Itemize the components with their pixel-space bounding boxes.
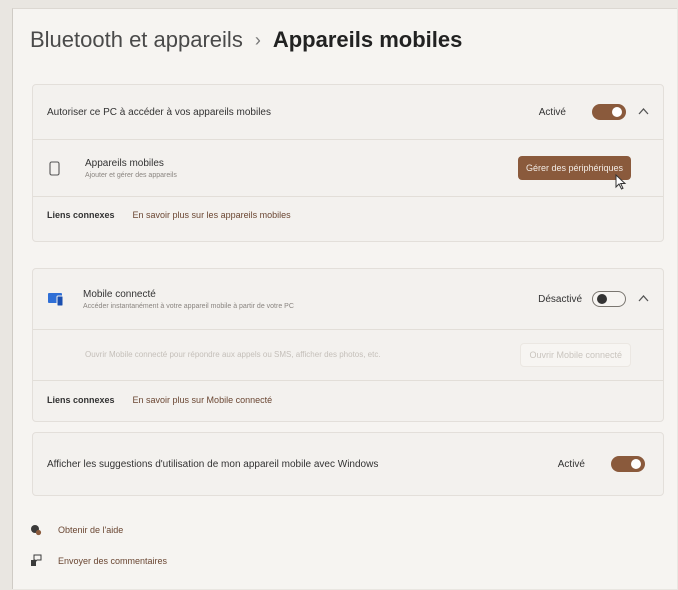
- suggestions-card: Afficher les suggestions d'utilisation d…: [32, 432, 664, 496]
- breadcrumb-separator: ›: [254, 29, 261, 50]
- mobile-devices-text: Appareils mobiles Ajouter et gérer des a…: [85, 158, 177, 179]
- related-links-label: Liens connexes: [47, 210, 115, 220]
- open-phone-link-button[interactable]: Ouvrir Mobile connecté: [520, 343, 631, 367]
- phone-link-icon: [47, 290, 65, 308]
- get-help-link[interactable]: Obtenir de l'aide: [30, 524, 123, 536]
- page-title: Appareils mobiles: [272, 27, 463, 52]
- phone-link-status: Désactivé: [538, 293, 582, 305]
- mobile-devices-row: Appareils mobiles Ajouter et gérer des a…: [33, 140, 663, 196]
- toggle-knob: [612, 107, 622, 117]
- related-links-label: Liens connexes: [47, 395, 115, 405]
- open-phone-link-row: Ouvrir Mobile connecté pour répondre aux…: [33, 330, 663, 380]
- related-links-row: Liens connexes En savoir plus sur les ap…: [33, 197, 663, 233]
- mouse-cursor-icon: [615, 173, 627, 195]
- learn-more-mobile-devices-link[interactable]: En savoir plus sur les appareils mobiles: [133, 210, 291, 220]
- phone-link-row[interactable]: Mobile connecté Accéder instantanément à…: [33, 269, 663, 329]
- open-phone-link-description: Ouvrir Mobile connecté pour répondre aux…: [85, 350, 381, 359]
- breadcrumb: Bluetooth et appareils › Appareils mobil…: [30, 22, 462, 58]
- mobile-devices-card: Autoriser ce PC à accéder à vos appareil…: [32, 84, 664, 242]
- suggestions-label: Afficher les suggestions d'utilisation d…: [47, 458, 379, 470]
- get-help-label: Obtenir de l'aide: [58, 525, 124, 535]
- breadcrumb-parent[interactable]: Bluetooth et appareils: [30, 27, 243, 53]
- chevron-up-icon[interactable]: [638, 106, 649, 118]
- phone-link-subtitle: Accéder instantanément à votre appareil …: [83, 302, 294, 310]
- phone-link-card: Mobile connecté Accéder instantanément à…: [32, 268, 664, 422]
- send-feedback-label: Envoyer des commentaires: [58, 555, 168, 566]
- allow-access-status: Activé: [538, 106, 566, 118]
- phone-link-text: Mobile connecté Accéder instantanément à…: [83, 289, 294, 310]
- mobile-devices-title: Appareils mobiles: [85, 157, 164, 169]
- allow-access-toggle[interactable]: [592, 104, 626, 120]
- related-links-row: Liens connexes En savoir plus sur Mobile…: [33, 381, 663, 419]
- feedback-icon: [30, 554, 42, 567]
- suggestions-row[interactable]: Afficher les suggestions d'utilisation d…: [33, 433, 663, 495]
- learn-more-phone-link-link[interactable]: En savoir plus sur Mobile connecté: [133, 395, 273, 405]
- allow-access-row[interactable]: Autoriser ce PC à accéder à vos appareil…: [33, 85, 663, 139]
- suggestions-toggle[interactable]: [611, 456, 645, 472]
- toggle-knob: [631, 459, 641, 469]
- allow-access-label: Autoriser ce PC à accéder à vos appareil…: [47, 106, 271, 118]
- phone-icon: [49, 160, 63, 176]
- chevron-up-icon[interactable]: [638, 293, 649, 305]
- help-icon: [30, 524, 42, 536]
- send-feedback-link[interactable]: Envoyer des commentaires: [30, 554, 167, 567]
- suggestions-status: Activé: [557, 458, 585, 470]
- phone-link-toggle[interactable]: [592, 291, 626, 307]
- toggle-knob: [597, 294, 607, 304]
- mobile-devices-subtitle: Ajouter et gérer des appareils: [85, 171, 177, 179]
- phone-link-title: Mobile connecté: [83, 288, 156, 300]
